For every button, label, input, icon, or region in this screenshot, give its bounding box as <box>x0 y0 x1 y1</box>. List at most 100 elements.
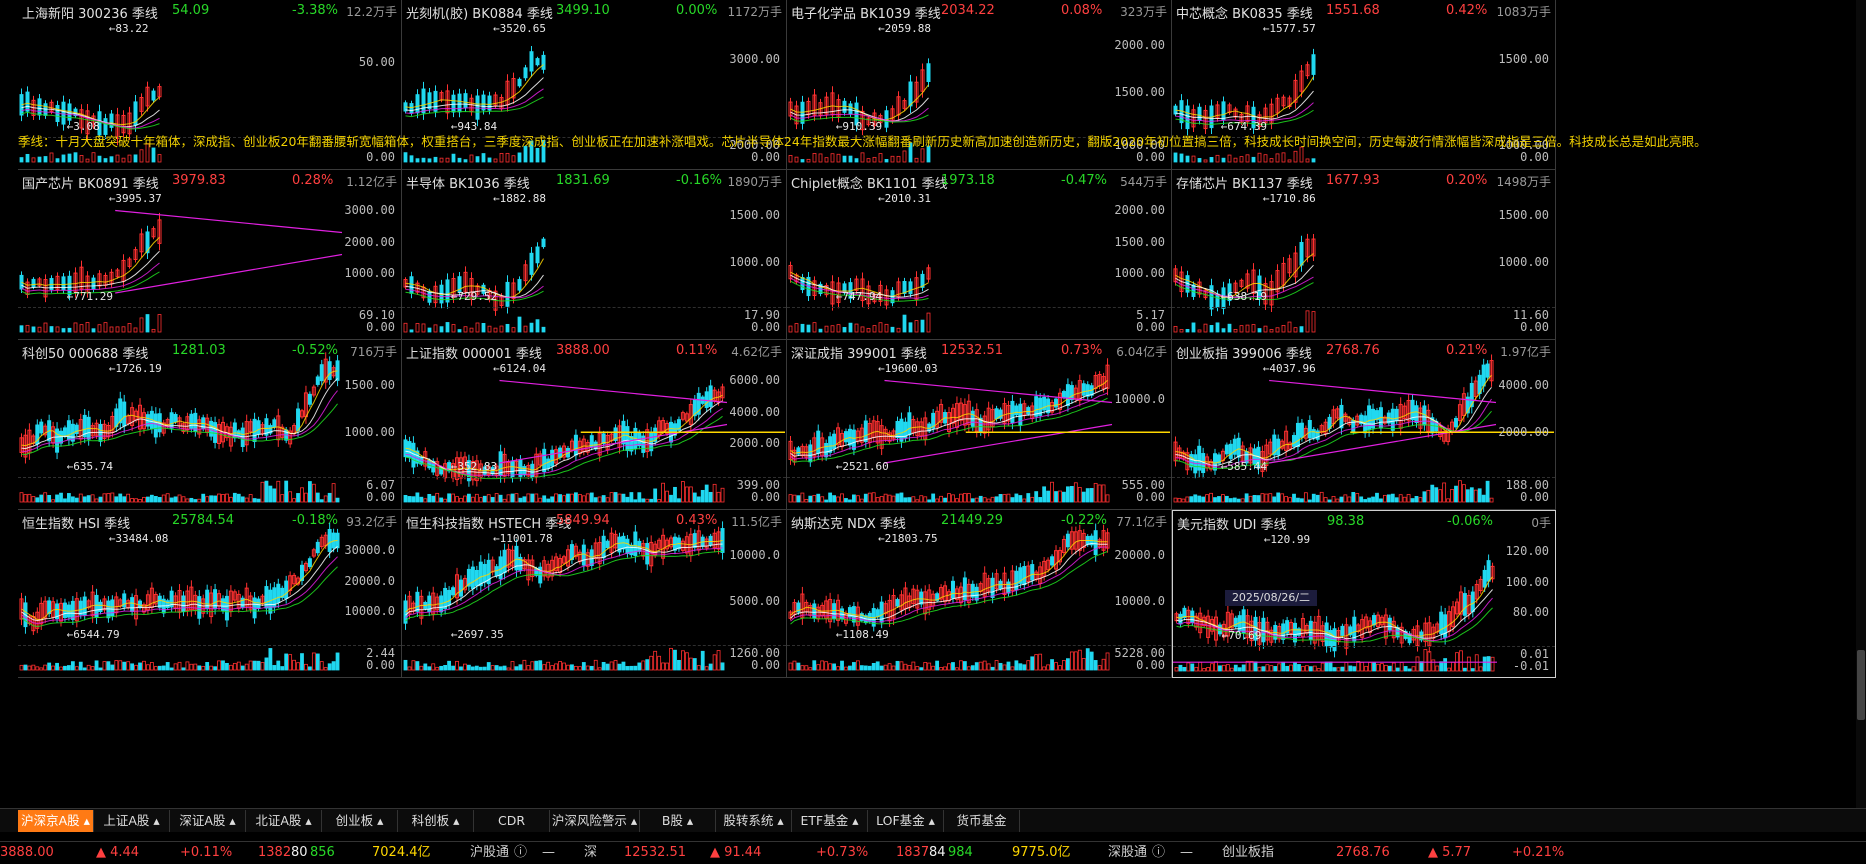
high-price-value: 1710.86 <box>1269 192 1316 205</box>
y-axis-label: 0.00 <box>1136 320 1165 334</box>
y-axis-label: 6000.00 <box>729 373 780 388</box>
chart-panel-13[interactable]: 恒生指数 HSI 季线 25784.54 -0.18% 93.2亿手 30000.0 20… <box>18 510 402 678</box>
low-price-value: 2521.60 <box>842 460 889 473</box>
app-root: 上海新阳 300236 季线 54.09 -3.38% 12.2万手 50.00 0.00… <box>0 0 1866 864</box>
low-price-marker: ←771.29 <box>66 290 113 303</box>
market-tab-3[interactable]: 北证A股 ▴ <box>246 810 322 832</box>
high-price-value: 33484.08 <box>115 532 169 545</box>
low-price-value: 747.94 <box>842 290 883 303</box>
volume-separator <box>787 307 1171 308</box>
sh-amount: 7024.4亿 <box>372 845 431 860</box>
sz-down-count: 984 <box>948 845 973 860</box>
kline-chart[interactable] <box>787 170 1172 340</box>
sh-flat-count: 80 <box>291 845 308 860</box>
y-axis-label: 0.00 <box>1520 490 1549 504</box>
market-tab-2[interactable]: 深证A股 ▴ <box>170 810 246 832</box>
market-tab-12[interactable]: 货币基金 <box>944 810 1020 832</box>
tab-label: 股转系统 <box>723 813 774 828</box>
high-price-value: 2010.31 <box>884 192 931 205</box>
hgt-help-icon[interactable]: ⓘ <box>514 842 527 864</box>
chart-panel-6[interactable]: 半导体 BK1036 季线 1831.69 -0.16% 1890万手 1500.00 1… <box>402 170 787 340</box>
high-price-marker: ←3995.37 <box>108 192 162 205</box>
y-axis-label: 1000.00 <box>344 265 395 280</box>
chart-panel-12[interactable]: 创业板指 399006 季线 2768.76 0.21% 1.97亿手 4000.00 2… <box>1172 340 1556 510</box>
low-price-value: 635.74 <box>73 460 113 473</box>
market-tab-11[interactable]: LOF基金 ▴ <box>868 810 944 832</box>
y-axis-label: 120.00 <box>1505 544 1549 559</box>
low-price-value: 729.52 <box>457 290 498 303</box>
high-price-marker: ←83.22 <box>108 22 149 35</box>
y-axis-label: 1000.00 <box>1114 265 1165 280</box>
high-price-value: 4037.96 <box>1269 362 1316 375</box>
market-tab-4[interactable]: 创业板 ▴ <box>322 810 398 832</box>
high-price-marker: ←3520.65 <box>493 22 546 35</box>
kline-chart[interactable] <box>787 340 1172 510</box>
chart-panel-14[interactable]: 恒生科技指数 HSTECH 季线 5849.94 0.43% 11.5亿手 10000.… <box>402 510 787 678</box>
market-tab-0[interactable]: 沪深京A股 ▴ <box>18 810 94 832</box>
sgt-label[interactable]: 深股通 <box>1108 842 1147 864</box>
tab-caret-icon: ▴ <box>773 813 784 828</box>
y-axis-label: 0.00 <box>751 658 780 672</box>
volume-separator <box>18 477 401 478</box>
low-price-marker: ←1108.49 <box>835 628 889 641</box>
chart-panel-8[interactable]: 存储芯片 BK1137 季线 1677.93 0.20% 1498万手 1500.00 1… <box>1172 170 1556 340</box>
low-price-value: 2697.35 <box>457 628 504 641</box>
y-axis-label: 5000.00 <box>729 593 780 608</box>
market-tab-10[interactable]: ETF基金 ▴ <box>792 810 868 832</box>
high-price-value: 120.99 <box>1270 533 1311 546</box>
tab-label: 深证A股 <box>179 813 226 828</box>
y-axis-label: 0.00 <box>1520 320 1549 334</box>
tab-caret-icon: ▴ <box>301 813 312 828</box>
y-axis-label: 1000.00 <box>729 254 780 269</box>
status-bar: 3888.00 ▲ 4.44 +0.11% 1382 80 856 7024.4… <box>0 841 1866 864</box>
y-axis-label: 10000.0 <box>344 604 395 619</box>
kline-chart[interactable] <box>18 170 402 340</box>
y-axis-label: 1500.00 <box>1498 208 1549 223</box>
volume-separator <box>1173 646 1555 647</box>
market-tab-bar: 沪深京A股 ▴ 上证A股 ▴ 深证A股 ▴ 北证A股 ▴ 创业板 ▴ 科创板 ▴ CDR 沪深… <box>0 808 1866 832</box>
high-price-value: 1726.19 <box>115 362 162 375</box>
low-price-marker: ←747.94 <box>835 290 883 303</box>
kline-chart[interactable] <box>402 340 787 510</box>
chart-panel-5[interactable]: 国产芯片 BK0891 季线 3979.83 0.28% 1.12亿手 3000.00 2… <box>18 170 402 340</box>
y-axis-label: 1500.00 <box>1498 52 1549 67</box>
kline-chart[interactable] <box>18 510 402 678</box>
market-tab-5[interactable]: 科创板 ▴ <box>398 810 474 832</box>
tab-label: CDR <box>497 813 526 828</box>
market-tab-1[interactable]: 上证A股 ▴ <box>94 810 170 832</box>
tab-caret-icon: ▴ <box>79 813 90 828</box>
chart-panel-9[interactable]: 科创50 000688 季线 1281.03 -0.52% 716万手 1500.00 1… <box>18 340 402 510</box>
volume-separator <box>1172 307 1555 308</box>
tab-caret-icon: ▴ <box>373 813 384 828</box>
chart-panel-11[interactable]: 深证成指 399001 季线 12532.51 0.73% 6.04亿手 10000.0… <box>787 340 1172 510</box>
high-price-value: 3520.65 <box>499 22 546 35</box>
y-axis-label: 0.00 <box>751 150 780 164</box>
hgt-label[interactable]: 沪股通 <box>470 842 509 864</box>
low-price-value: 910.39 <box>842 120 883 133</box>
high-price-marker: ←1726.19 <box>108 362 162 375</box>
scrollbar-thumb[interactable] <box>1857 650 1865 720</box>
sgt-help-icon[interactable]: ⓘ <box>1152 842 1165 864</box>
vertical-scrollbar[interactable] <box>1856 0 1866 808</box>
chart-panel-7[interactable]: Chiplet概念 BK1101 季线 1973.18 -0.47% 544万手 200… <box>787 170 1172 340</box>
market-tab-9[interactable]: 股转系统 ▴ <box>716 810 792 832</box>
sz-amount: 9775.0亿 <box>1012 845 1071 860</box>
low-price-marker: ←70.69 <box>1221 629 1262 642</box>
volume-separator <box>402 477 786 478</box>
sz-label: 深 <box>584 845 598 860</box>
market-tab-6[interactable]: CDR <box>474 810 550 832</box>
market-tab-7[interactable]: 沪深风险警示 ▴ <box>550 810 640 832</box>
sh-index-pct: +0.11% <box>180 845 233 860</box>
y-axis-label: 1500.00 <box>729 208 780 223</box>
chart-grid: 上海新阳 300236 季线 54.09 -3.38% 12.2万手 50.00 0.00… <box>18 0 1856 808</box>
tab-label: 上证A股 <box>103 813 150 828</box>
chart-panel-15[interactable]: 纳斯达克 NDX 季线 21449.29 -0.22% 77.1亿手 20000.0 10… <box>787 510 1172 678</box>
high-price-value: 11001.78 <box>499 532 553 545</box>
y-axis-label: 0.00 <box>366 150 395 164</box>
tab-label: 北证A股 <box>255 813 302 828</box>
tab-label: 沪深京A股 <box>21 813 80 828</box>
high-price-value: 2059.88 <box>884 22 931 35</box>
market-tab-8[interactable]: B股 ▴ <box>640 810 716 832</box>
chart-panel-10[interactable]: 上证指数 000001 季线 3888.00 0.11% 4.62亿手 6000.00 4… <box>402 340 787 510</box>
high-price-value: 6124.04 <box>499 362 546 375</box>
